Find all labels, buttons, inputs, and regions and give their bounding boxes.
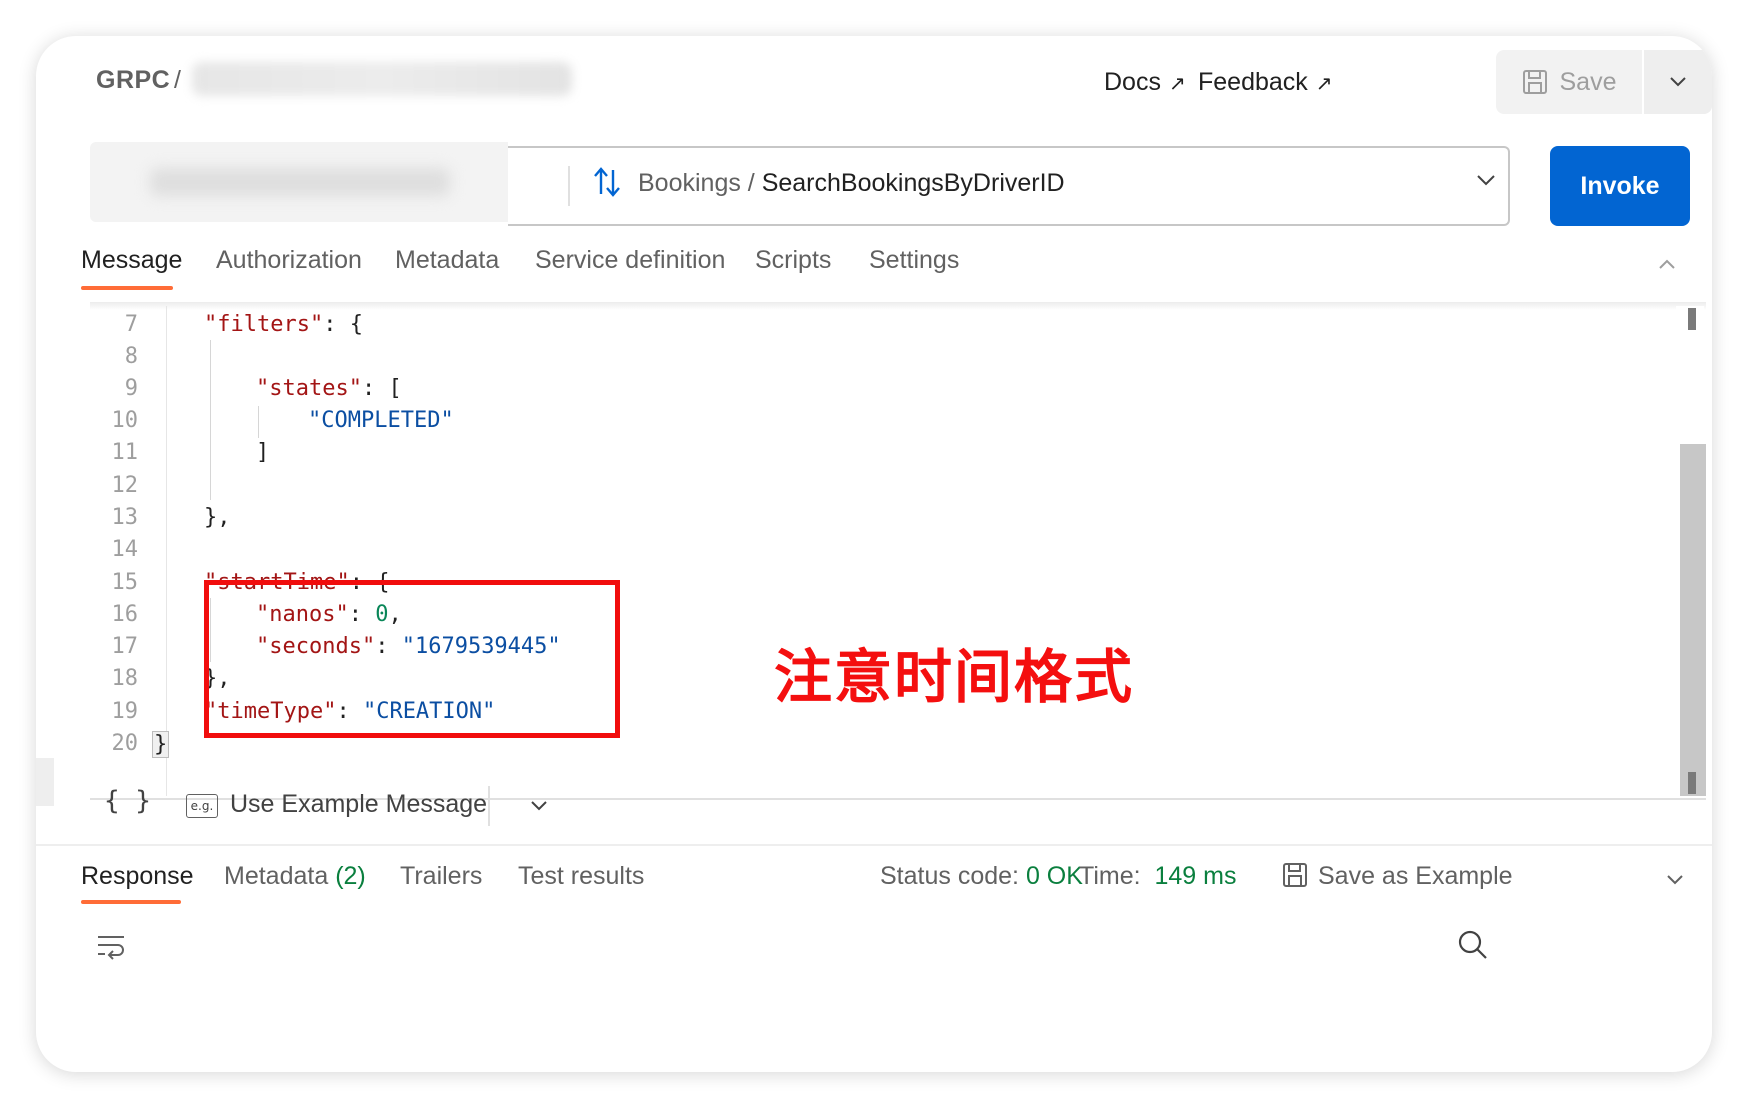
service-name: Bookings bbox=[638, 169, 741, 197]
line-number: 11 bbox=[111, 440, 139, 465]
indent-guide bbox=[258, 406, 259, 438]
wrap-lines-icon[interactable] bbox=[96, 932, 126, 960]
chevron-up-icon[interactable] bbox=[1658, 258, 1676, 270]
line-number: 10 bbox=[111, 408, 139, 433]
status-code: Status code: 0 OK bbox=[880, 862, 1083, 891]
tab-authorization[interactable]: Authorization bbox=[216, 246, 362, 275]
json-key: "filters" bbox=[204, 312, 324, 337]
breadcrumb-separator: / bbox=[174, 66, 181, 94]
tab-response-metadata[interactable]: Metadata (2) bbox=[224, 862, 366, 891]
scrollbar-thumb[interactable] bbox=[1680, 444, 1706, 796]
grpc-request-window: GRPC / Docs ↗ Feedback ↗ Save Bookings / S… bbox=[36, 36, 1712, 1072]
code-line-states: "states": [ bbox=[256, 376, 402, 401]
blurred-request-name[interactable] bbox=[192, 62, 572, 96]
save-icon bbox=[1522, 70, 1547, 94]
method-arrows-icon bbox=[594, 167, 620, 197]
status-code-label: Status code: bbox=[880, 862, 1019, 890]
line-number: 18 bbox=[111, 666, 139, 691]
docs-link[interactable]: Docs ↗ bbox=[1104, 68, 1186, 97]
code-line-close-root: } bbox=[152, 731, 170, 758]
chevron-down-icon[interactable] bbox=[530, 800, 548, 812]
tab-scripts[interactable]: Scripts bbox=[755, 246, 831, 275]
line-number: 16 bbox=[111, 602, 139, 627]
line-number: 13 bbox=[111, 505, 139, 530]
metadata-count: (2) bbox=[335, 862, 366, 890]
tab-settings[interactable]: Settings bbox=[869, 246, 959, 275]
save-as-example-label: Save as Example bbox=[1318, 862, 1513, 890]
feedback-link[interactable]: Feedback ↗ bbox=[1198, 68, 1333, 97]
server-url-input[interactable] bbox=[90, 142, 508, 222]
external-link-icon: ↗ bbox=[1315, 73, 1333, 95]
save-as-example-button[interactable]: Save as Example bbox=[1282, 862, 1513, 891]
active-tab-indicator bbox=[81, 900, 181, 904]
section-divider bbox=[36, 844, 1712, 846]
request-type-label: GRPC bbox=[96, 66, 171, 94]
beautify-button[interactable]: { } bbox=[104, 786, 151, 816]
active-tab-indicator bbox=[81, 286, 173, 290]
panel-edge bbox=[36, 758, 54, 806]
line-number: 20 bbox=[111, 731, 139, 756]
annotation-highlight-box bbox=[204, 580, 620, 738]
save-button[interactable]: Save bbox=[1496, 50, 1642, 114]
line-number: 19 bbox=[111, 699, 139, 724]
divider bbox=[568, 166, 570, 206]
scroll-down-marker bbox=[1688, 772, 1696, 794]
save-icon bbox=[1283, 863, 1307, 887]
line-number: 17 bbox=[111, 634, 139, 659]
line-number: 8 bbox=[124, 344, 138, 369]
code-line-close-array: ] bbox=[256, 440, 270, 465]
line-number: 9 bbox=[124, 376, 138, 401]
json-string: "COMPLETED" bbox=[308, 408, 454, 433]
indent-guide bbox=[210, 340, 211, 500]
use-example-message-button[interactable]: Use Example Message bbox=[230, 790, 487, 819]
code-line-filters: "filters": { bbox=[204, 312, 363, 337]
tab-trailers[interactable]: Trailers bbox=[400, 862, 482, 891]
tab-label: Metadata bbox=[224, 862, 329, 890]
divider bbox=[488, 786, 490, 826]
line-number: 7 bbox=[124, 312, 138, 337]
tab-service-definition[interactable]: Service definition bbox=[535, 246, 725, 275]
search-icon[interactable] bbox=[1458, 930, 1488, 960]
status-code-value: 0 OK bbox=[1025, 862, 1083, 890]
line-number: 12 bbox=[111, 473, 139, 498]
gutter-divider bbox=[166, 306, 167, 796]
save-options-dropdown[interactable] bbox=[1644, 50, 1712, 114]
line-number: 15 bbox=[111, 570, 139, 595]
chevron-down-icon[interactable] bbox=[1666, 874, 1684, 886]
json-key: "states" bbox=[256, 376, 362, 401]
selected-method[interactable]: Bookings / SearchBookingsByDriverID bbox=[638, 169, 1065, 198]
method-name: SearchBookingsByDriverID bbox=[761, 169, 1065, 197]
line-number: 14 bbox=[111, 537, 139, 562]
tab-metadata[interactable]: Metadata bbox=[395, 246, 499, 275]
blurred-server-url bbox=[150, 168, 450, 196]
invoke-button[interactable]: Invoke bbox=[1550, 146, 1690, 226]
save-label: Save bbox=[1559, 67, 1617, 96]
response-time: Time: 149 ms bbox=[1079, 862, 1236, 891]
example-icon: e.g. bbox=[186, 794, 218, 818]
tab-response[interactable]: Response bbox=[81, 862, 194, 891]
tab-message[interactable]: Message bbox=[81, 246, 182, 275]
docs-label: Docs bbox=[1104, 68, 1161, 96]
code-line-completed: "COMPLETED" bbox=[308, 408, 454, 433]
code-line-close-filters: }, bbox=[204, 505, 231, 530]
chevron-down-icon[interactable] bbox=[1476, 174, 1496, 186]
method-separator: / bbox=[740, 169, 762, 197]
annotation-note: 注意时间格式 bbox=[774, 643, 1135, 711]
scroll-up-marker bbox=[1688, 308, 1696, 330]
feedback-label: Feedback bbox=[1198, 68, 1308, 96]
editor-top-shadow bbox=[90, 302, 1706, 310]
tab-test-results[interactable]: Test results bbox=[518, 862, 644, 891]
time-value: 149 ms bbox=[1154, 862, 1237, 890]
chevron-down-icon bbox=[1670, 77, 1686, 87]
external-link-icon: ↗ bbox=[1168, 73, 1186, 95]
time-label: Time: bbox=[1079, 862, 1141, 890]
